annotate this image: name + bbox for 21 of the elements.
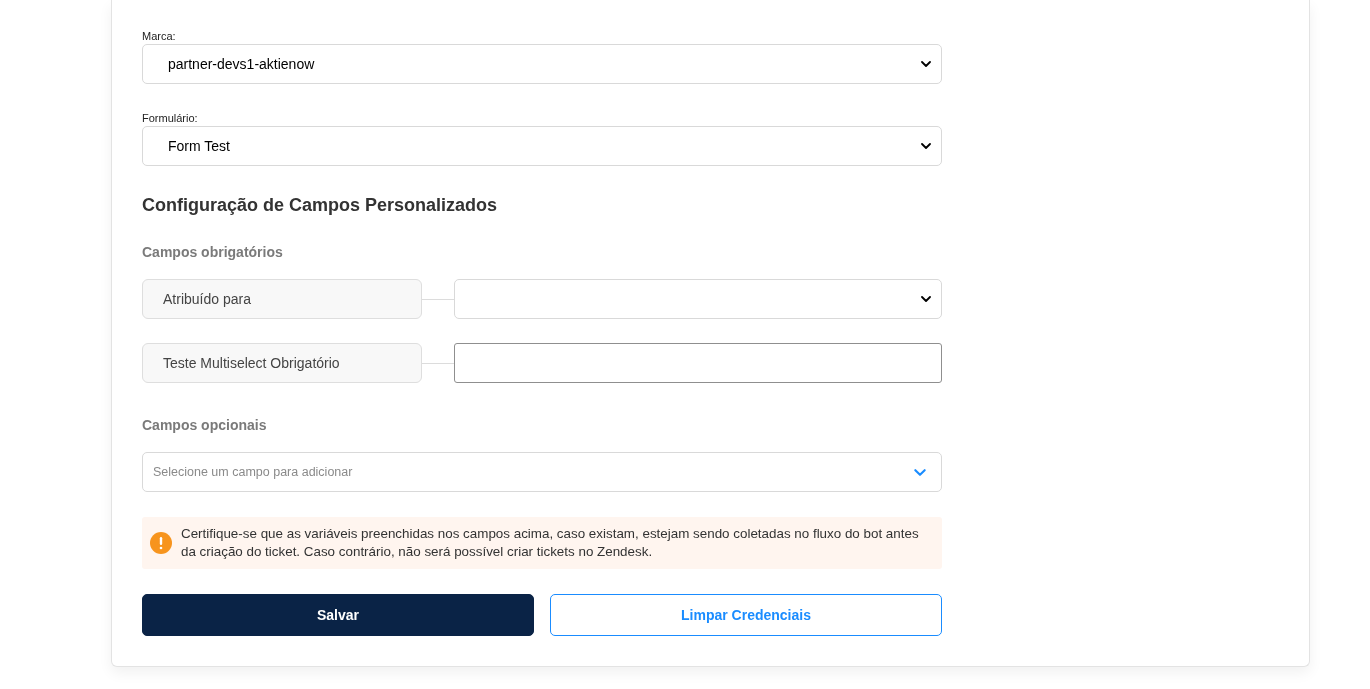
required-fields-title: Campos obrigatórios <box>142 243 283 262</box>
brand-select[interactable]: partner-devs1-aktienow <box>142 44 942 84</box>
connector-line <box>422 362 454 364</box>
form-label: Formulário: <box>142 111 198 126</box>
chevron-down-icon <box>913 469 927 476</box>
form-select[interactable]: Form Test <box>142 126 942 166</box>
save-button[interactable]: Salvar <box>142 594 534 636</box>
optional-field-select[interactable]: Selecione um campo para adicionar <box>142 452 942 492</box>
field-value-select[interactable] <box>454 279 942 319</box>
field-name-label: Atribuído para <box>142 279 422 319</box>
chevron-down-icon <box>921 296 931 302</box>
section-title: Configuração de Campos Personalizados <box>142 194 498 217</box>
brand-label: Marca: <box>142 29 176 44</box>
connector-line <box>422 298 454 300</box>
chevron-down-icon <box>921 61 931 67</box>
warning-text: Certifique-se que as variáveis preenchidas nos campos acima, caso existam, estejam sendo coletadas no fluxo do bot antes da criação do ticket. Caso contrário, não será possível criar tickets no Zendesk. <box>181 525 920 561</box>
warning-icon <box>150 532 172 554</box>
field-name-label: Teste Multiselect Obrigatório <box>142 343 422 383</box>
field-value-input[interactable] <box>454 343 942 383</box>
optional-fields-title: Campos opcionais <box>142 416 267 435</box>
chevron-down-icon <box>921 143 931 149</box>
